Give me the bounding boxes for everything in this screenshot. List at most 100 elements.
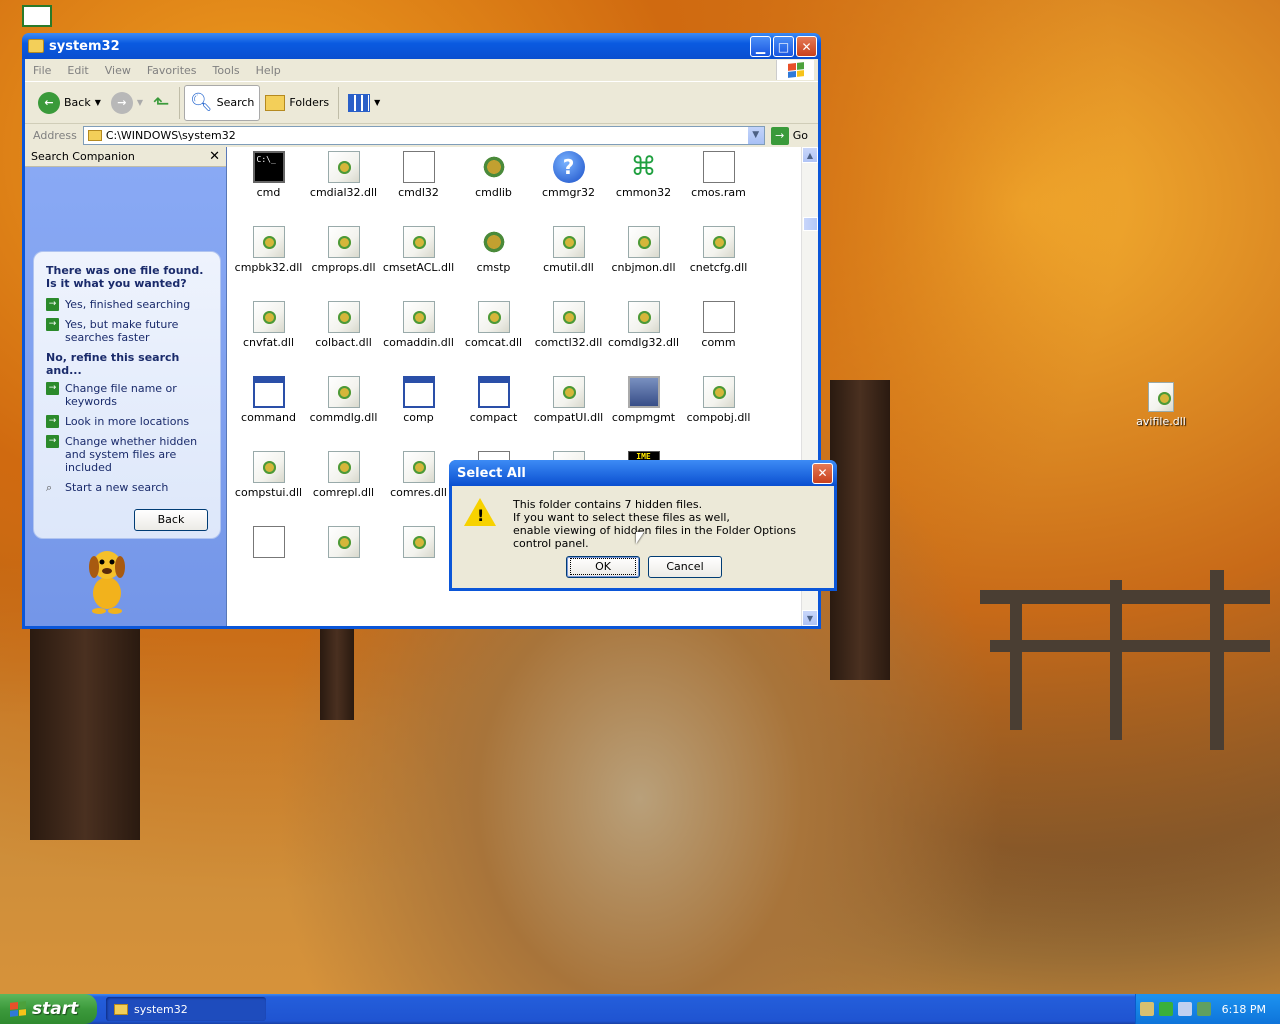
up-folder-icon: ⬑ <box>153 90 170 115</box>
menu-edit[interactable]: Edit <box>67 64 88 77</box>
scroll-up-button[interactable]: ▲ <box>802 147 818 163</box>
file-item[interactable]: compact <box>456 376 531 424</box>
option-faster-searches[interactable]: → Yes, but make future searches faster <box>46 318 210 344</box>
maximize-button[interactable]: □ <box>773 36 794 57</box>
dialog-close-button[interactable]: ✕ <box>812 463 833 484</box>
file-item[interactable]: comp <box>381 376 456 424</box>
file-item[interactable]: compatUI.dll <box>531 376 606 424</box>
tree-trunk <box>320 620 354 720</box>
file-name: colbact.dll <box>315 336 372 349</box>
file-item[interactable]: comm <box>681 301 756 349</box>
ok-button[interactable]: OK <box>566 556 640 578</box>
option-more-locations[interactable]: → Look in more locations <box>46 415 210 428</box>
folders-icon <box>265 94 286 111</box>
file-item[interactable]: comrepl.dll <box>306 451 381 499</box>
file-item[interactable]: comdlg32.dll <box>606 301 681 349</box>
file-item[interactable]: compobj.dll <box>681 376 756 424</box>
desktop-icon-avifile[interactable]: avifile.dll <box>1126 382 1196 428</box>
file-name: cmdial32.dll <box>309 186 378 199</box>
file-name: commdlg.dll <box>309 411 378 424</box>
tray-icon-network[interactable] <box>1139 1002 1154 1016</box>
tray-icon-security[interactable] <box>1158 1002 1173 1016</box>
file-item[interactable]: colbact.dll <box>306 301 381 349</box>
close-button[interactable]: ✕ <box>796 36 817 57</box>
file-item[interactable]: cmutil.dll <box>531 226 606 274</box>
file-item[interactable]: comcat.dll <box>456 301 531 349</box>
close-pane-icon[interactable]: ✕ <box>209 149 220 164</box>
file-item[interactable]: cmsetACL.dll <box>381 226 456 274</box>
cancel-button[interactable]: Cancel <box>648 556 722 578</box>
search-companion-title: Search Companion <box>31 150 135 163</box>
file-item-partial[interactable] <box>381 526 456 561</box>
file-item[interactable]: comctl32.dll <box>531 301 606 349</box>
go-button[interactable]: → Go <box>770 126 814 145</box>
green-arrow-icon: → <box>46 318 59 331</box>
folders-button[interactable]: Folders <box>260 85 334 121</box>
window-titlebar[interactable]: system32 ▁ □ ✕ <box>22 33 821 59</box>
menu-favorites[interactable]: Favorites <box>147 64 197 77</box>
chevron-down-icon: ▼ <box>136 98 144 107</box>
file-item-partial[interactable] <box>231 526 306 561</box>
file-item[interactable]: ⌘ cmmon32 <box>606 151 681 199</box>
minimize-button[interactable]: ▁ <box>750 36 771 57</box>
desktop-icon-topleft[interactable] <box>2 5 72 30</box>
file-item-partial[interactable] <box>306 526 381 561</box>
mon-file-icon: ⌘ <box>630 152 657 182</box>
scroll-down-button[interactable]: ▼ <box>802 610 818 626</box>
file-item[interactable]: cnbjmon.dll <box>606 226 681 274</box>
fence <box>980 590 1270 604</box>
menu-tools[interactable]: Tools <box>213 64 240 77</box>
file-item[interactable]: comres.dll <box>381 451 456 499</box>
file-item[interactable]: comaddin.dll <box>381 301 456 349</box>
address-bar: Address C:\WINDOWS\system32 ▼ → Go <box>25 123 818 147</box>
views-button[interactable]: ▼ <box>343 85 385 121</box>
up-folder-button[interactable]: ⬑ <box>148 85 175 121</box>
clock[interactable]: 6:18 PM <box>1222 1003 1266 1016</box>
tray-icon-update[interactable] <box>1196 1002 1211 1016</box>
option-hidden-files[interactable]: → Change whether hidden and system files … <box>46 435 210 474</box>
file-name: compstui.dll <box>234 486 303 499</box>
mouse-cursor <box>636 532 644 544</box>
option-finished-searching[interactable]: → Yes, finished searching <box>46 298 210 311</box>
file-item[interactable]: cmprops.dll <box>306 226 381 274</box>
file-item[interactable]: cmpbk32.dll <box>231 226 306 274</box>
file-item[interactable]: C:\_ cmd <box>231 151 306 199</box>
file-item[interactable]: cmdial32.dll <box>306 151 381 199</box>
file-item[interactable]: compmgmt <box>606 376 681 424</box>
tree-trunk <box>830 380 890 680</box>
file-item[interactable]: cmdl32 <box>381 151 456 199</box>
menu-file[interactable]: File <box>33 64 51 77</box>
search-button[interactable]: 🔍︎ Search <box>183 84 261 121</box>
file-item[interactable]: cmdlib <box>456 151 531 199</box>
back-button[interactable]: ← Back ▼ <box>33 85 106 121</box>
menu-view[interactable]: View <box>105 64 131 77</box>
file-item[interactable]: cmos.ram <box>681 151 756 199</box>
file-item[interactable]: cnvfat.dll <box>231 301 306 349</box>
start-button[interactable]: start <box>0 994 97 1024</box>
back-arrow-icon: ← <box>38 91 60 114</box>
address-dropdown-button[interactable]: ▼ <box>746 127 764 144</box>
window-title: system32 <box>49 38 120 54</box>
forward-button[interactable]: → ▼ <box>106 85 148 121</box>
menu-help[interactable]: Help <box>256 64 281 77</box>
tray-icon-computer[interactable] <box>1177 1002 1192 1016</box>
file-item[interactable]: cnetcfg.dll <box>681 226 756 274</box>
menubar: File Edit View Favorites Tools Help <box>25 59 818 81</box>
file-item[interactable]: compstui.dll <box>231 451 306 499</box>
file-name: comaddin.dll <box>383 336 454 349</box>
scroll-thumb[interactable] <box>803 217 818 231</box>
taskbar-item-system32[interactable]: system32 <box>106 997 266 1021</box>
address-input[interactable]: C:\WINDOWS\system32 ▼ <box>82 126 765 145</box>
mgmt-file-icon <box>627 376 660 408</box>
file-item[interactable]: cmstp <box>456 226 531 274</box>
file-item[interactable]: ? cmmgr32 <box>531 151 606 199</box>
file-item[interactable]: commdlg.dll <box>306 376 381 424</box>
go-label: Go <box>792 129 808 142</box>
dialog-titlebar[interactable]: Select All ✕ <box>449 460 837 486</box>
option-change-file-name[interactable]: → Change file name or keywords <box>46 382 210 408</box>
file-name: cnbjmon.dll <box>611 261 676 274</box>
file-item[interactable]: command <box>231 376 306 424</box>
companion-back-button[interactable]: Back <box>134 509 208 531</box>
result-question: There was one file found. Is it what you… <box>46 264 204 290</box>
option-new-search[interactable]: ⌕ Start a new search <box>46 481 210 494</box>
